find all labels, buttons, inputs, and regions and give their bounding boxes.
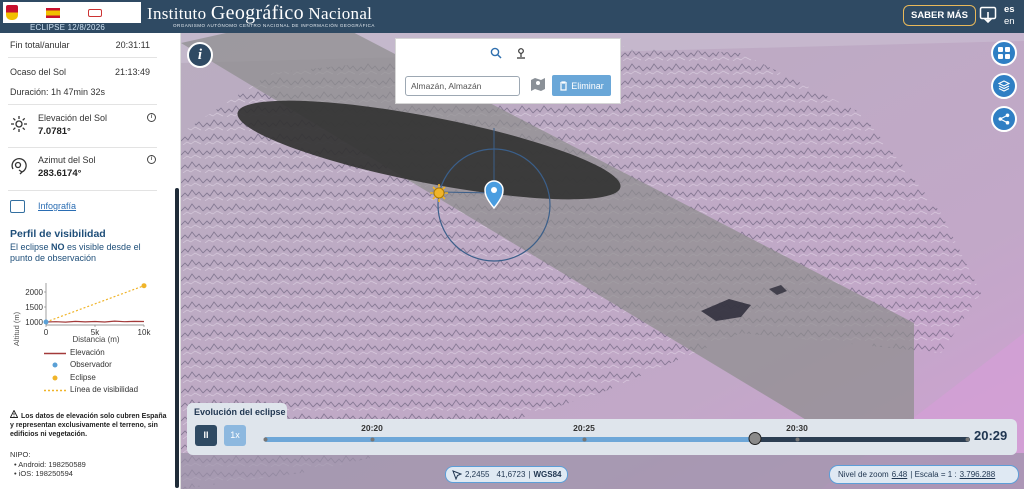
infografia-link[interactable]: Infografía: [10, 200, 160, 216]
elevacion-row: Elevación del Sol 7.0781° i: [10, 113, 158, 145]
eclipse-date-tag: ECLIPSE 12/8/2026: [30, 23, 106, 32]
ign-logo[interactable]: Instituto Geográfico Nacional ORGANISMO …: [147, 2, 375, 28]
partner-logo-icon: [88, 8, 102, 17]
fin-row: Fin total/anular 20:31:11: [10, 40, 150, 50]
image-icon: [10, 200, 25, 213]
elevation-warning: Los datos de elevación solo cubren Españ…: [10, 410, 170, 439]
lang-es[interactable]: es: [1004, 4, 1015, 16]
observer-point: [43, 319, 49, 325]
timeline-progress: [264, 437, 755, 442]
elevation-series-line: [45, 320, 145, 323]
timeline-tick-label: 20:20: [361, 423, 383, 433]
nipo-info: NIPO: • Android: 198250589 • iOS: 198250…: [10, 450, 86, 478]
timeline-end-tick: [965, 437, 970, 442]
speed-button[interactable]: 1x: [224, 425, 246, 446]
divider: [8, 57, 157, 58]
sun-azimuth-icon: [11, 157, 27, 175]
chart-x-tick-label: 5k: [91, 328, 100, 337]
perfil-title: Perfil de visibilidad: [10, 228, 106, 240]
timeline-handle[interactable]: [748, 432, 762, 445]
saber-mas-button[interactable]: SABER MÁS: [903, 5, 976, 26]
warning-icon: [10, 410, 18, 418]
info-sidebar: Fin total/anular 20:31:11 Ocaso del Sol …: [0, 33, 181, 489]
app-header: ECLIPSE 12/8/2026 Instituto Geográfico N…: [0, 0, 1024, 33]
duracion-text: Duración: 1h 47min 32s: [10, 87, 106, 97]
share-button[interactable]: [991, 106, 1017, 132]
search-panel: Eliminar: [395, 38, 621, 104]
lang-en[interactable]: en: [1004, 16, 1015, 28]
sun-elevation-icon: [11, 116, 27, 132]
chart-y-tick-label: 2000: [25, 288, 43, 297]
perfil-text: El eclipse NO es visible desde el punto …: [10, 242, 141, 263]
spain-flag-icon: [46, 7, 60, 18]
timeline-slider[interactable]: 20:20 20:25 20:30: [263, 423, 970, 445]
pause-button[interactable]: II: [195, 425, 217, 446]
download-icon[interactable]: [979, 6, 997, 24]
layers-icon: [998, 80, 1010, 92]
coordinates-readout: 2,2455 41,6723 | WGS84: [445, 466, 568, 483]
chart-y-tick-label: 1000: [25, 318, 43, 327]
grid-icon: [998, 47, 1010, 59]
location-search-input[interactable]: [405, 76, 520, 96]
chart-ylabel: Altitud (m): [12, 311, 21, 346]
layers-button[interactable]: [991, 73, 1017, 99]
map-pick-icon[interactable]: [530, 77, 546, 92]
eclipse-timeline: II 1x 20:20 20:25 20:30 20:29: [187, 419, 1017, 455]
divider: [8, 147, 157, 148]
language-switcher[interactable]: es en: [1004, 4, 1015, 28]
layers-grid-button[interactable]: [991, 40, 1017, 66]
trash-icon: [560, 80, 568, 91]
info-icon[interactable]: i: [147, 113, 156, 122]
elevation-line-marker: [44, 352, 66, 355]
search-tab-icon[interactable]: [490, 47, 502, 59]
zoom-scale-readout: Nivel de zoom 6.48 | Escala = 1 : 3.796.…: [829, 465, 1019, 484]
timeline-tick-label: 20:25: [573, 423, 595, 433]
observer-dot-marker: [52, 362, 58, 368]
eliminar-button[interactable]: Eliminar: [552, 75, 611, 96]
government-logo[interactable]: [3, 2, 141, 23]
info-button[interactable]: i: [187, 42, 213, 68]
timeline-start-tick: [263, 437, 268, 442]
timeline-tick: [582, 437, 587, 442]
share-icon: [998, 113, 1010, 125]
chart-x-tick-label: 10k: [138, 328, 152, 337]
azimut-row: Azimut del Sol 283.6174° i: [10, 155, 158, 187]
visibility-series-line: [45, 285, 145, 323]
info-icon[interactable]: i: [147, 155, 156, 164]
eclipse-dot-marker: [52, 375, 58, 381]
chart-x-tick-label: 0: [44, 328, 49, 337]
ign-subtitle: ORGANISMO AUTÓNOMO CENTRO NACIONAL DE IN…: [173, 23, 375, 28]
evolucion-tab: Evolución del eclipse: [187, 403, 287, 420]
ocaso-row: Ocaso del Sol 21:13:49: [10, 67, 150, 77]
current-time: 20:29: [974, 428, 1008, 443]
visibility-line-marker: [44, 389, 66, 392]
timeline-tick: [795, 437, 800, 442]
timeline-tick: [370, 437, 375, 442]
eclipse-point: [141, 283, 147, 289]
cursor-icon: [452, 469, 462, 480]
timeline-tick-label: 20:30: [786, 423, 808, 433]
location-tab-icon[interactable]: [515, 47, 527, 59]
divider: [8, 190, 157, 191]
divider: [8, 104, 157, 105]
coat-of-arms-icon: [6, 5, 18, 20]
sidebar-scrollbar[interactable]: [175, 188, 179, 488]
chart-y-tick-label: 1500: [25, 303, 43, 312]
